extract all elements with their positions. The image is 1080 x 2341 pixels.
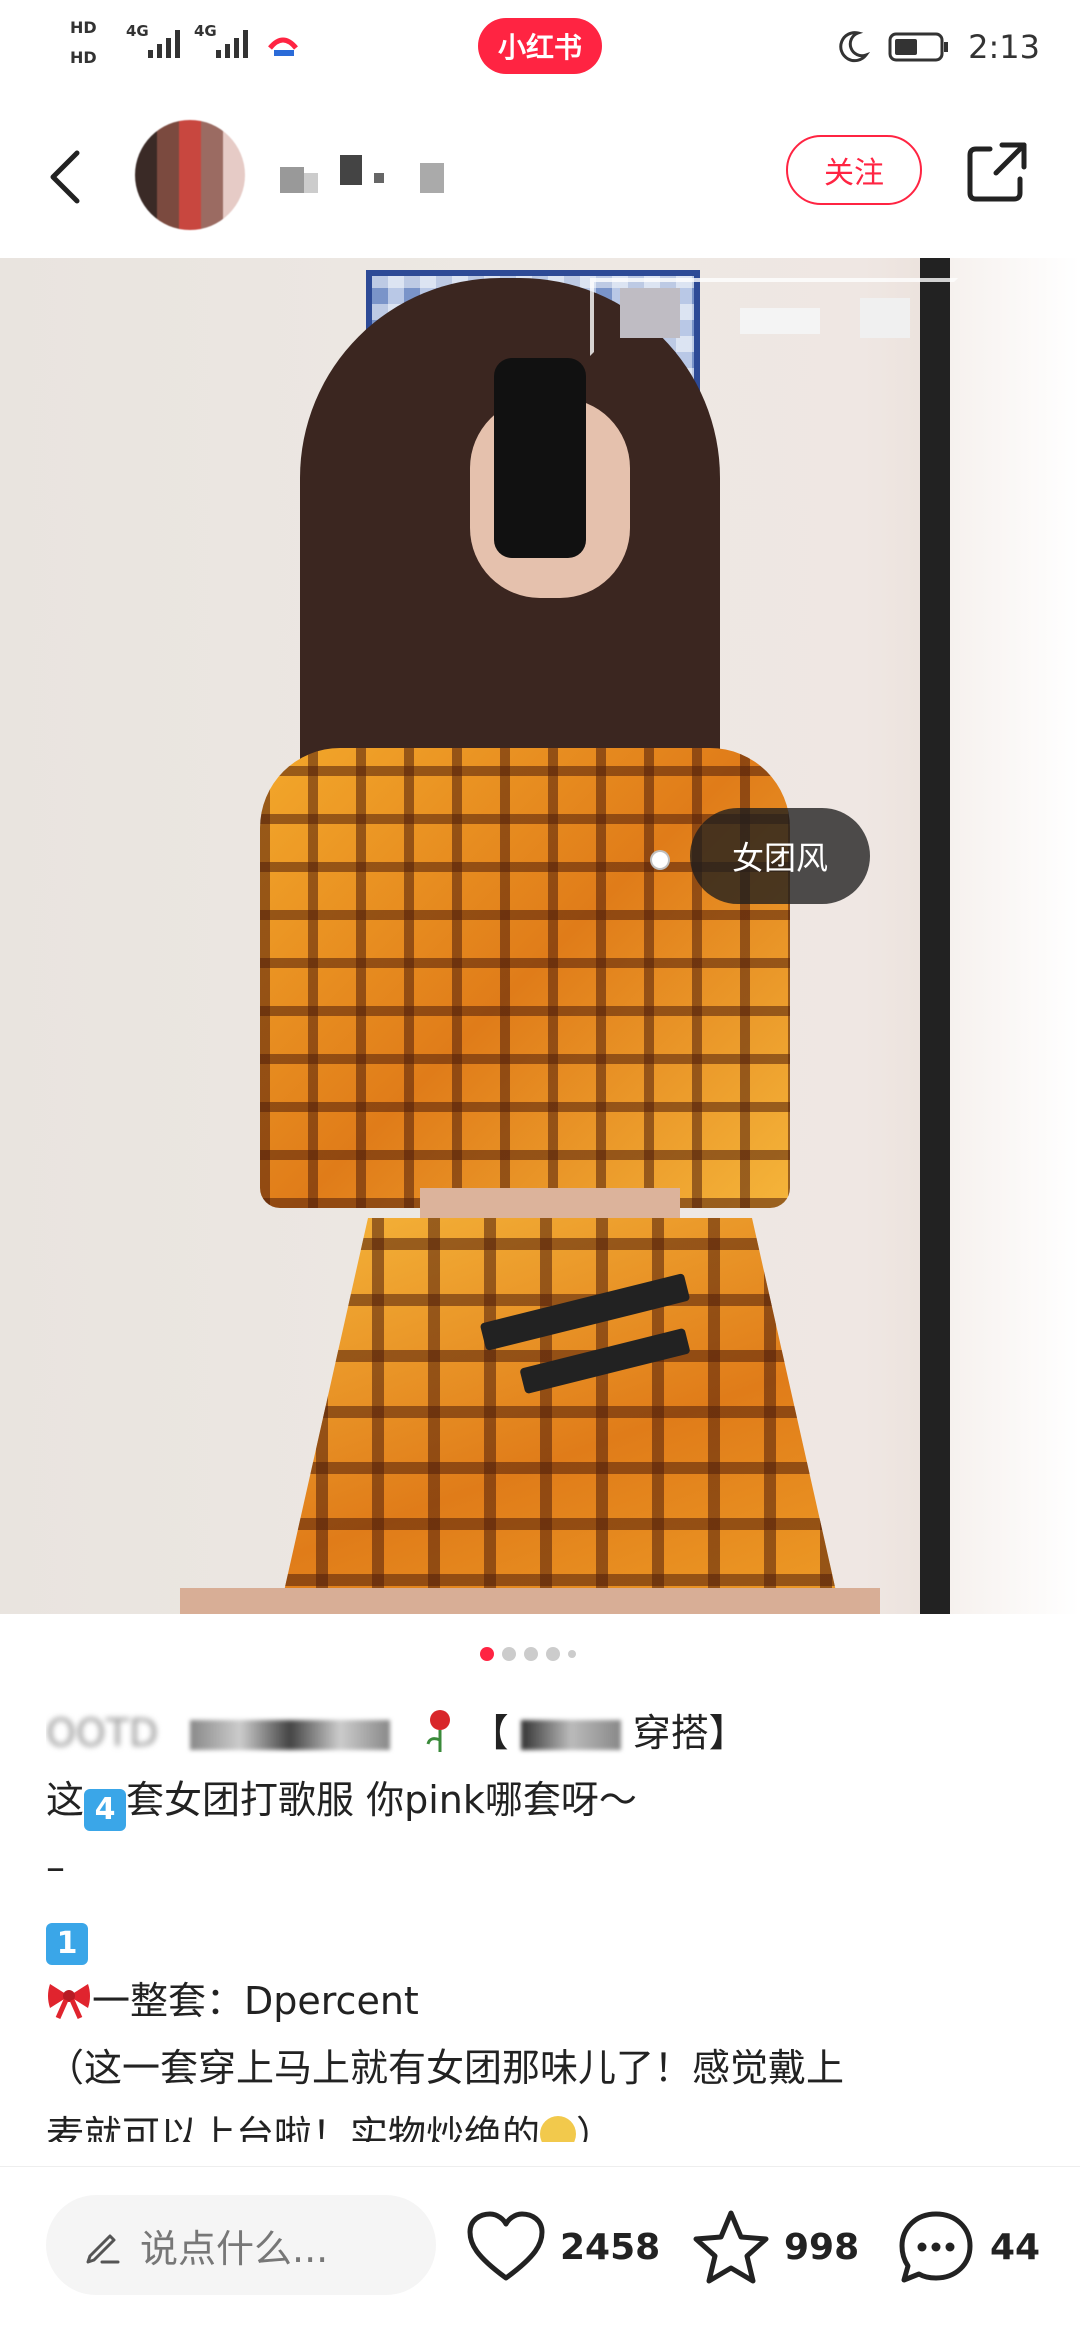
comment-button[interactable]: 44 [896,2207,1040,2287]
pencil-icon [86,2234,120,2264]
line6-end: ） [576,2113,615,2142]
line4-text: 一整套：Dpercent [92,1979,419,2023]
app-notification-icon [268,37,298,56]
moon-icon [839,31,871,63]
mirror-frame [920,258,950,1614]
title-tail: 穿搭】 [632,1711,747,1755]
author-avatar[interactable] [135,120,245,230]
ribbon-icon [48,1984,90,2020]
post-line-2: – [46,1845,65,1889]
post-line-4: 一整套：Dpercent [46,1968,1036,2035]
post-title: OOTD 【 穿搭】 [46,1700,1036,1767]
follow-button[interactable]: 关注 [786,135,922,205]
mosaic-patch-3 [860,298,910,338]
author-name-redacted[interactable] [280,155,480,195]
keycap-one-icon: 1 [46,1923,88,1965]
back-button[interactable] [30,137,100,217]
signal-icon [148,30,180,58]
line1-pre: 这 [46,1778,85,1822]
status-right: 2:13 [834,22,1040,72]
mosaic-patch-2 [740,308,820,334]
favorite-count: 998 [784,2226,860,2268]
post-header: 关注 [0,95,1080,255]
rose-icon [427,1710,451,1752]
share-icon [967,142,1027,202]
favorite-button[interactable]: 998 [692,2207,859,2287]
photo-tag[interactable]: 女团风 [690,808,870,904]
title-bracket: 【 [470,1711,509,1755]
star-icon [693,2210,769,2284]
page-dot [568,1650,576,1658]
status-bar: HD HD 4G 4G 小红书 2:13 [0,0,1080,95]
mirror-side [950,258,1080,1614]
comment-placeholder: 说点什么... [140,2226,329,2271]
comment-count: 44 [990,2226,1041,2268]
post-line-5: （这一套穿上马上就有女团那味儿了！感觉戴上 [46,2046,845,2090]
bottom-action-bar: 说点什么... 2458 998 44 [0,2166,1080,2341]
clock: 2:13 [968,28,1040,66]
page-dot [524,1647,538,1661]
title-redacted [190,1720,391,1750]
keycap-four-icon: 4 [84,1789,127,1831]
signal-area: HD HD 4G 4G [70,18,300,78]
heart-icon [467,2211,545,2281]
like-button[interactable]: 2458 [466,2207,660,2287]
hd-label-2: HD [70,48,97,67]
app-logo: 小红书 [478,18,602,74]
like-count: 2458 [560,2226,661,2268]
post-line-6: 麦就可以上台啦！实物炒绝的 ） [46,2102,1036,2142]
tag-anchor-dot [650,850,670,870]
comment-input[interactable]: 说点什么... [46,2195,436,2295]
post-photo[interactable] [0,258,1080,1614]
title-redacted-2 [520,1720,621,1750]
line6-text: 麦就可以上台啦！实物炒绝的 [46,2113,541,2142]
post-content: OOTD 【 穿搭】 这 4 套女团打歌服 你pink哪套呀～ – 1 一整套：Dp… [46,1700,1036,2142]
photo-pagination [480,1645,600,1663]
comment-bubble-icon [899,2211,973,2283]
battery-icon [888,32,949,62]
mosaic-patch-1 [620,288,680,338]
title-start: OOTD [46,1711,159,1755]
ok-hand-icon [540,2116,577,2142]
chevron-left-icon [50,150,80,204]
signal-icon-2 [216,30,248,58]
page-dot-active [480,1647,494,1661]
post-line-1: 这 4 套女团打歌服 你pink哪套呀～ [46,1767,1036,1834]
legs [180,1588,880,1614]
share-button[interactable] [962,137,1032,207]
phone-in-photo [494,358,586,558]
hd-label-1: HD [70,18,97,37]
page-dot [546,1647,560,1661]
post-line-3: 1 [46,1901,1036,1968]
page-dot [502,1647,516,1661]
line1-post: 套女团打歌服 你pink哪套呀～ [126,1778,637,1822]
